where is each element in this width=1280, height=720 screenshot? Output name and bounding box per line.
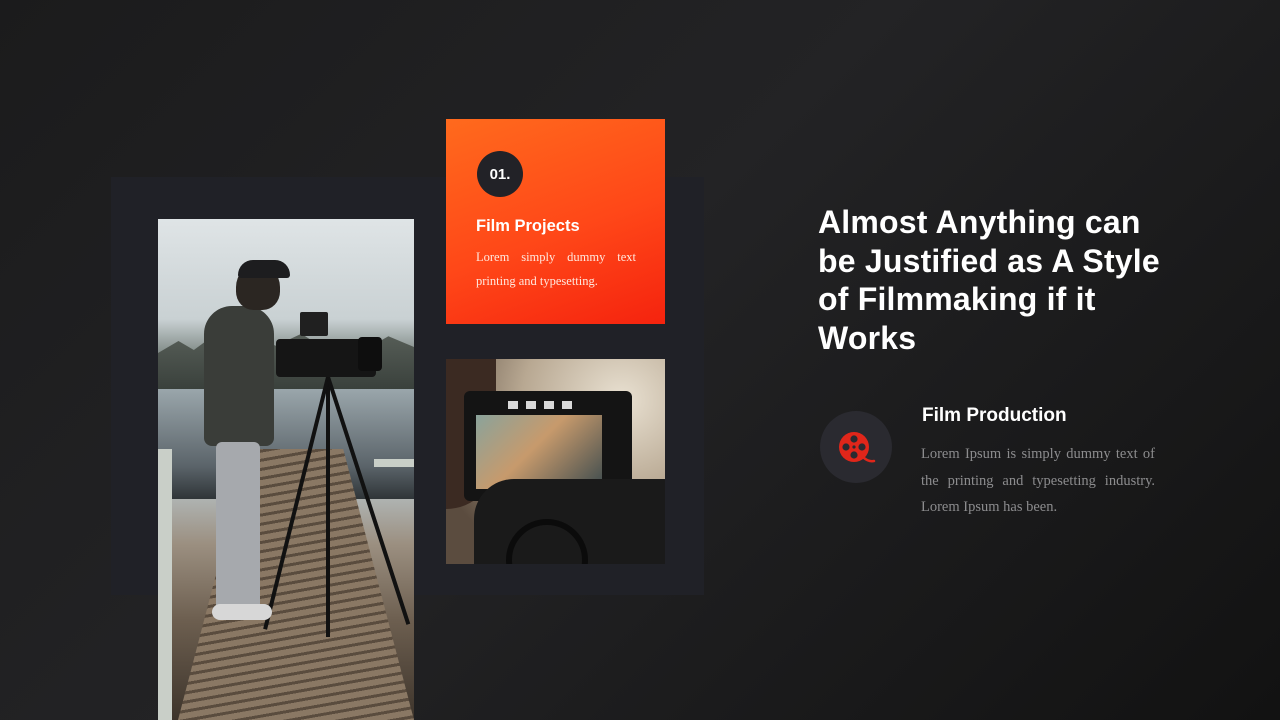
photo-camera-monitor: [300, 312, 328, 336]
photo-cameraman-shoes: [212, 604, 272, 620]
photo-railing: [158, 449, 172, 720]
feature-icon-circle: [820, 411, 892, 483]
photo-railing: [374, 459, 414, 467]
photo-camera-lens: [358, 337, 382, 371]
photo-monitor-hud: [508, 401, 578, 409]
photo-cameraman-on-dock: [158, 219, 414, 720]
photo-tripod-leg: [326, 377, 330, 637]
card-title: Film Projects: [476, 217, 580, 235]
feature-description: Lorem Ipsum is simply dummy text of the …: [921, 446, 1155, 516]
photo-camera-monitor-closeup: [446, 359, 665, 564]
card-number-badge: 01.: [477, 151, 523, 197]
photo-monitor-screen: [476, 415, 602, 489]
photo-cameraman-legs: [216, 442, 260, 612]
film-reel-icon: [839, 432, 876, 463]
film-projects-card: 01. Film Projects Lorem simply dummy tex…: [446, 119, 665, 324]
card-description: Lorem simply dummy text printing and typ…: [476, 250, 636, 288]
main-headline: Almost Anything can be Justified as A St…: [818, 204, 1160, 356]
photo-cameraman-cap: [238, 260, 290, 278]
photo-cameraman: [198, 260, 290, 634]
feature-title: Film Production: [922, 405, 1067, 426]
photo-cameraman-torso: [204, 306, 274, 446]
